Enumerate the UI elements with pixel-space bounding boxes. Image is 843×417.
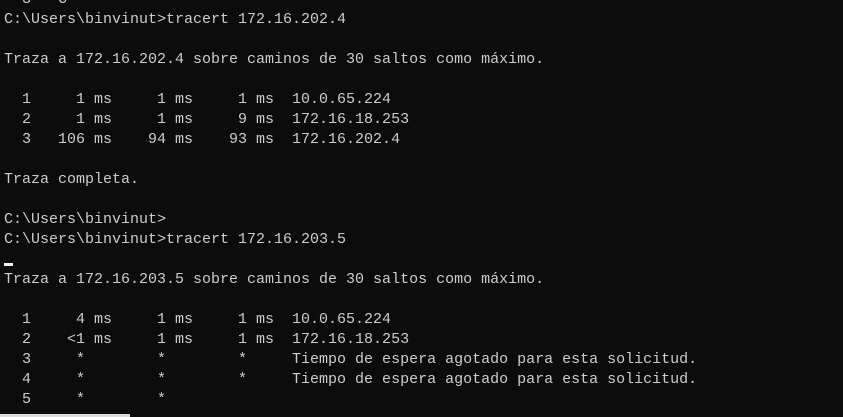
trace-header: Traza a 172.16.202.4 sobre caminos de 30…: [4, 51, 545, 68]
hop-row: 2 1 ms 1 ms 9 ms 172.16.18.253: [4, 111, 410, 128]
command-line: C:\Users\binvinut>tracert 172.16.202.4: [4, 11, 347, 28]
hop-row: 1 1 ms 1 ms 1 ms 10.0.65.224: [4, 91, 392, 108]
output-line: 3 ^C: [4, 0, 843, 10]
command-line: C:\Users\binvinut>tracert 172.16.203.5: [4, 231, 347, 248]
hop-row: 5 * *: [4, 391, 167, 408]
cursor-line[interactable]: [4, 250, 843, 270]
terminal-window[interactable]: 3 ^C C:\Users\binvinut>tracert 172.16.20…: [0, 0, 843, 417]
trace-header: Traza a 172.16.203.5 sobre caminos de 30…: [4, 271, 545, 288]
hop-row: 3 106 ms 94 ms 93 ms 172.16.202.4: [4, 131, 401, 148]
horizontal-scrollbar[interactable]: [0, 413, 843, 417]
hop-row: 4 * * * Tiempo de espera agotado para es…: [4, 371, 698, 388]
prompt-line: C:\Users\binvinut>: [4, 211, 167, 228]
terminal-output: 3 ^C C:\Users\binvinut>tracert 172.16.20…: [4, 0, 843, 410]
hop-row: 1 4 ms 1 ms 1 ms 10.0.65.224: [4, 311, 392, 328]
hop-row: 3 * * * Tiempo de espera agotado para es…: [4, 351, 698, 368]
trace-complete: Traza completa.: [4, 171, 140, 188]
hop-row: 2 <1 ms 1 ms 1 ms 172.16.18.253: [4, 331, 410, 348]
text-cursor: [4, 263, 13, 266]
